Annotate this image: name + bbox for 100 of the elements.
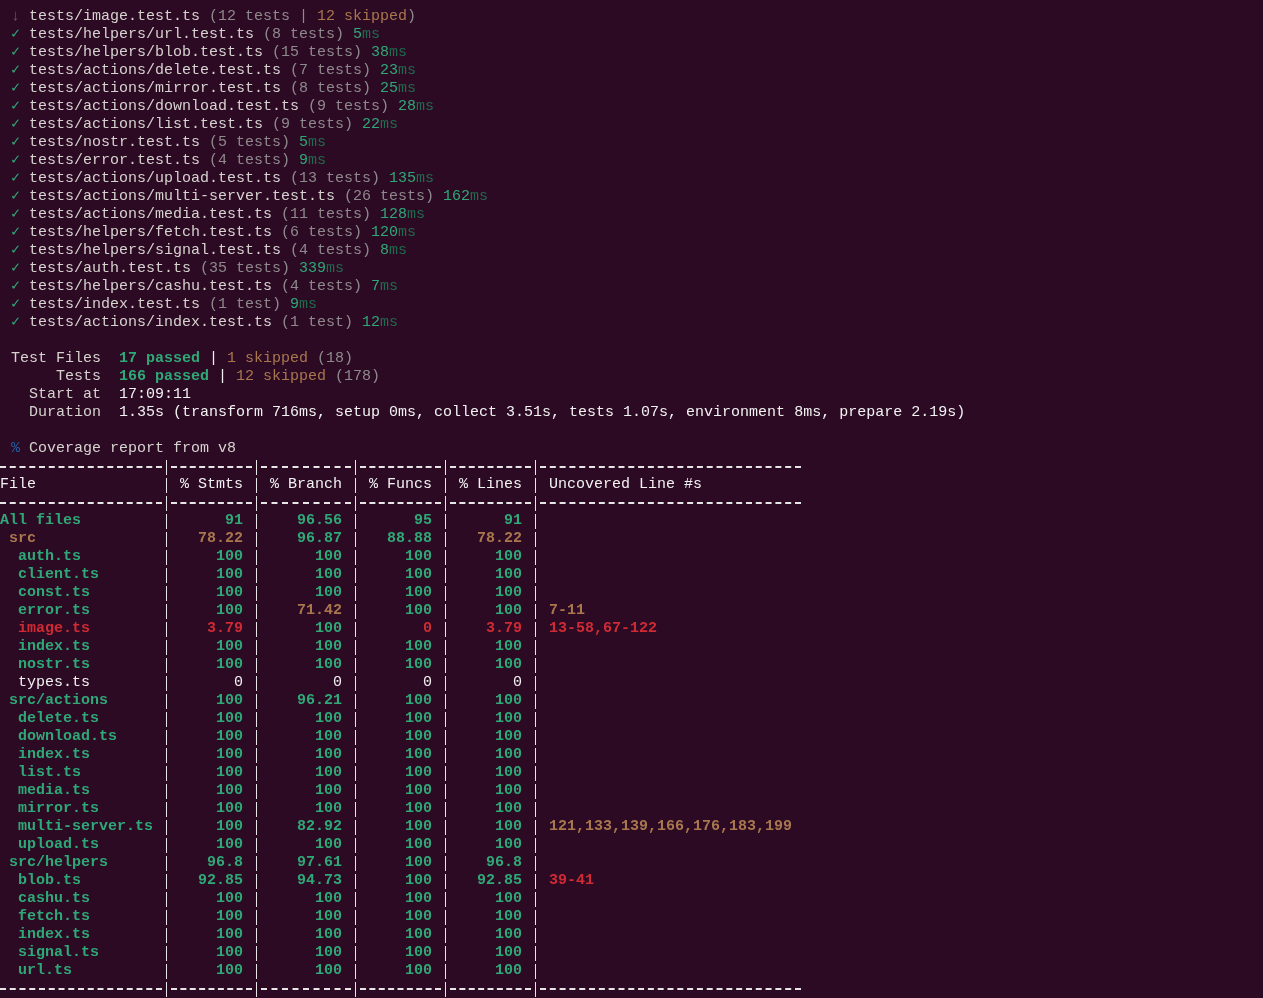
- coverage-value: 100: [216, 782, 243, 800]
- test-detail: ms: [308, 134, 327, 152]
- coverage-value: 100: [495, 962, 522, 980]
- status-mark: ✓: [11, 44, 20, 62]
- file-name: All files: [0, 512, 81, 529]
- file-name: multi-server.ts: [18, 818, 154, 835]
- test-detail: (13 tests): [290, 170, 381, 188]
- status-mark: ✓: [11, 116, 20, 134]
- test-file-path: tests/actions/delete.test.ts: [29, 62, 282, 80]
- coverage-value: 100: [216, 692, 243, 710]
- coverage-value: 96.21: [297, 692, 342, 710]
- coverage-title: Coverage report from v8: [29, 440, 237, 458]
- coverage-value: 100: [315, 908, 342, 926]
- coverage-value: 100: [315, 620, 342, 638]
- test-detail: 12: [362, 314, 381, 332]
- test-detail: (4 tests): [209, 152, 291, 170]
- coverage-value: 91: [225, 512, 243, 530]
- test-file-path: tests/actions/download.test.ts: [29, 98, 300, 116]
- test-detail: (6 tests): [281, 224, 363, 242]
- test-detail: ms: [407, 206, 426, 224]
- summary-value: 1.35s (transform 716ms, setup 0ms, collect 3.51s, tests 1.07s, environment 8ms, prepare 2.19s): [119, 404, 966, 422]
- test-detail: (7 tests): [290, 62, 372, 80]
- coverage-value: 88.88: [387, 530, 432, 548]
- file-name: nostr.ts: [18, 656, 90, 673]
- test-detail: ms: [362, 26, 381, 44]
- test-file-path: tests/actions/upload.test.ts: [29, 170, 282, 188]
- coverage-value: 100: [405, 926, 432, 944]
- coverage-value: 100: [216, 602, 243, 620]
- coverage-value: 100: [216, 926, 243, 944]
- test-detail: 28: [398, 98, 417, 116]
- test-detail: (11 tests): [281, 206, 372, 224]
- test-file-path: tests/auth.test.ts: [29, 260, 192, 278]
- coverage-value: 100: [216, 836, 243, 854]
- test-detail: ms: [299, 296, 318, 314]
- coverage-value: 100: [495, 836, 522, 854]
- coverage-value: 100: [495, 908, 522, 926]
- percent-sign: %: [11, 440, 20, 458]
- coverage-value: 100: [495, 692, 522, 710]
- status-mark: ✓: [11, 98, 20, 116]
- test-detail: 5: [353, 26, 363, 44]
- coverage-value: 100: [405, 638, 432, 656]
- test-detail: 8: [380, 242, 390, 260]
- file-name: index.ts: [18, 926, 90, 943]
- test-detail: 5: [299, 134, 309, 152]
- summary-value: 166 passed: [119, 368, 210, 386]
- column-header: % Lines: [459, 476, 523, 493]
- test-detail: 120: [371, 224, 399, 242]
- test-detail: (1 test): [209, 296, 282, 314]
- coverage-value: 100: [495, 710, 522, 728]
- test-file-path: tests/actions/mirror.test.ts: [29, 80, 282, 98]
- coverage-value: 100: [495, 800, 522, 818]
- status-mark: ✓: [11, 188, 20, 206]
- coverage-value: 0: [423, 674, 432, 692]
- uncovered-lines: 13-58,67-122: [549, 620, 658, 637]
- file-name: src/helpers: [9, 854, 109, 871]
- coverage-value: 0: [333, 674, 342, 692]
- test-detail: 23: [380, 62, 399, 80]
- test-detail: ms: [380, 314, 399, 332]
- coverage-value: 95: [414, 512, 432, 530]
- summary-value: (18): [317, 350, 354, 368]
- coverage-value: 3.79: [486, 620, 522, 638]
- column-header: Uncovered Line #s: [549, 476, 703, 493]
- test-detail: 12 skipped: [317, 8, 408, 26]
- coverage-value: 100: [315, 926, 342, 944]
- file-name: upload.ts: [18, 836, 99, 853]
- coverage-value: 100: [495, 638, 522, 656]
- coverage-value: 100: [216, 710, 243, 728]
- status-mark: ✓: [11, 62, 20, 80]
- coverage-value: 100: [495, 728, 522, 746]
- coverage-value: 100: [495, 764, 522, 782]
- status-mark: ✓: [11, 152, 20, 170]
- test-detail: (9 tests): [308, 98, 390, 116]
- test-detail: 128: [380, 206, 408, 224]
- file-name: auth.ts: [18, 548, 81, 565]
- test-file-path: tests/helpers/blob.test.ts: [29, 44, 264, 62]
- test-detail: ms: [398, 62, 417, 80]
- test-detail: ms: [389, 44, 408, 62]
- file-name: download.ts: [18, 728, 118, 745]
- coverage-value: 0: [234, 674, 243, 692]
- test-file-path: tests/helpers/signal.test.ts: [29, 242, 282, 260]
- coverage-value: 100: [315, 746, 342, 764]
- file-name: index.ts: [18, 746, 90, 763]
- test-detail: (15 tests): [272, 44, 363, 62]
- summary-value: 17:09:11: [119, 386, 192, 404]
- test-detail: ms: [470, 188, 489, 206]
- file-name: fetch.ts: [18, 908, 90, 925]
- test-detail: ms: [389, 242, 408, 260]
- coverage-value: 100: [315, 548, 342, 566]
- test-detail: (9 tests): [272, 116, 354, 134]
- status-mark: ✓: [11, 26, 20, 44]
- summary-value: 17 passed: [119, 350, 201, 368]
- status-mark: ✓: [11, 242, 20, 260]
- summary-value: |: [218, 368, 228, 386]
- coverage-value: 100: [216, 728, 243, 746]
- coverage-value: 100: [315, 710, 342, 728]
- coverage-value: 100: [405, 746, 432, 764]
- file-name: mirror.ts: [18, 800, 99, 817]
- file-name: list.ts: [18, 764, 81, 781]
- test-file-path: tests/error.test.ts: [29, 152, 201, 170]
- test-detail: ms: [398, 224, 417, 242]
